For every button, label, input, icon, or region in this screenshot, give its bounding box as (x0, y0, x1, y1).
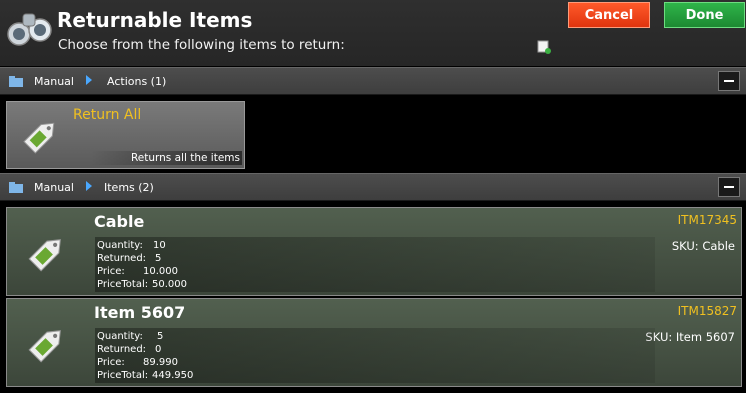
item-tile-cable[interactable]: Cable ITM17345 SKU: Cable Quantity: 10 Re… (6, 207, 742, 296)
tag-icon (23, 122, 55, 154)
folder-icon (9, 76, 23, 87)
item-code: ITM17345 (677, 213, 737, 227)
item-details: Quantity: 5 Returned: 0 Price: 89.990 Price… (95, 328, 655, 383)
breadcrumb-leaf: Items (2) (104, 181, 154, 194)
detail-value: 89.990 (143, 357, 178, 368)
binoculars-icon (7, 13, 52, 46)
detail-value: 0 (155, 344, 162, 355)
detail-label: Returned: (97, 344, 147, 355)
detail-row-returned: Returned: 5 (97, 252, 655, 265)
item-sku: SKU: Cable (671, 239, 735, 253)
item-details: Quantity: 10 Returned: 5 Price: 10.000 Pric… (95, 237, 655, 292)
action-tile-return-all[interactable]: Return All Returns all the items (6, 101, 245, 169)
items-section-bar: Manual Items (2) (0, 173, 746, 201)
item-tile-item-5607[interactable]: Item 5607 ITM15827 SKU: Item 5607 Quanti… (6, 298, 742, 387)
detail-label: PriceTotal: (97, 279, 149, 290)
detail-value: 5 (155, 253, 162, 264)
actions-section-bar: Manual Actions (1) (0, 67, 746, 95)
detail-label: Quantity: (97, 240, 143, 251)
breadcrumb-arrow-icon (86, 181, 92, 191)
page-title: Returnable Items (57, 8, 253, 32)
detail-label: Price: (97, 357, 125, 368)
page-subtitle: Choose from the following items to retur… (58, 37, 345, 53)
detail-row-pricetotal: PriceTotal: 449.950 (97, 369, 655, 382)
action-description: Returns all the items (90, 151, 242, 165)
detail-value: 5 (157, 331, 164, 342)
item-code: ITM15827 (677, 304, 737, 318)
header-bar: Returnable Items Choose from the followi… (0, 0, 746, 66)
add-document-icon[interactable] (537, 40, 551, 54)
detail-row-pricetotal: PriceTotal: 50.000 (97, 278, 655, 291)
folder-icon (9, 182, 23, 193)
detail-value: 50.000 (152, 279, 187, 290)
minus-icon (724, 80, 734, 82)
detail-label: Returned: (97, 253, 147, 264)
action-name: Return All (73, 107, 142, 123)
item-name: Item 5607 (94, 303, 186, 322)
detail-row-quantity: Quantity: 10 (97, 239, 655, 252)
detail-row-quantity: Quantity: 5 (97, 330, 655, 343)
breadcrumb-root[interactable]: Manual (34, 75, 74, 88)
breadcrumb-root[interactable]: Manual (34, 181, 74, 194)
detail-value: 10 (153, 240, 166, 251)
detail-label: Quantity: (97, 331, 143, 342)
tag-icon (28, 330, 61, 363)
detail-value: 449.950 (152, 370, 194, 381)
breadcrumb-arrow-icon (86, 75, 92, 85)
done-button[interactable]: Done (664, 2, 745, 28)
collapse-items-button[interactable] (718, 177, 740, 197)
item-sku: SKU: Item 5607 (645, 330, 735, 344)
minus-icon (724, 186, 734, 188)
breadcrumb-leaf: Actions (1) (107, 75, 167, 88)
detail-value: 10.000 (143, 266, 178, 277)
detail-row-price: Price: 89.990 (97, 356, 655, 369)
detail-label: Price: (97, 266, 125, 277)
tag-icon (28, 239, 61, 272)
detail-row-returned: Returned: 0 (97, 343, 655, 356)
detail-row-price: Price: 10.000 (97, 265, 655, 278)
item-name: Cable (94, 212, 145, 231)
cancel-button[interactable]: Cancel (568, 2, 650, 28)
collapse-actions-button[interactable] (718, 71, 740, 91)
detail-label: PriceTotal: (97, 370, 149, 381)
